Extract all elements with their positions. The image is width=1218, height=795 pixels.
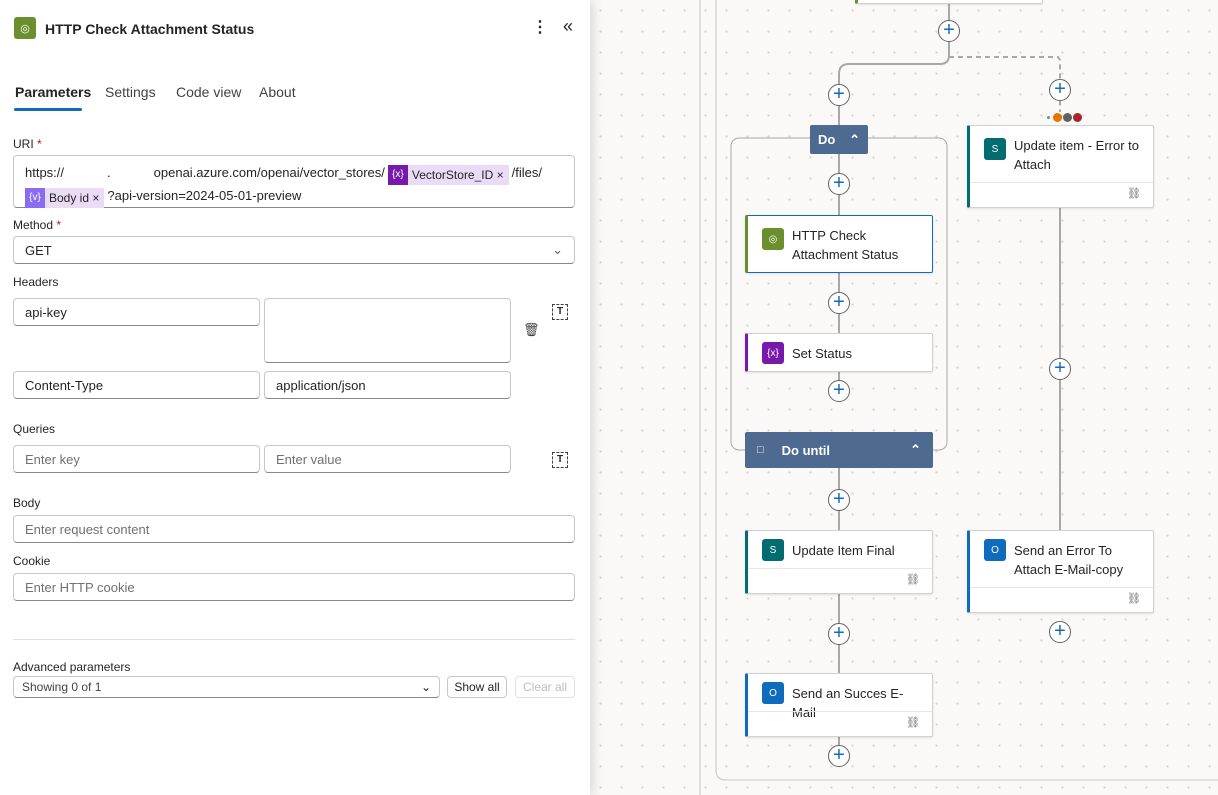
card-title: Set Status xyxy=(792,346,852,361)
show-all-button[interactable]: Show all xyxy=(447,676,507,698)
query-value-input[interactable]: Enter value xyxy=(264,445,511,473)
sharepoint-icon: S xyxy=(984,138,1006,160)
action-card-http-check[interactable]: ◎ HTTP Check Attachment Status xyxy=(745,215,933,273)
action-details-panel: ◎ HTTP Check Attachment Status ⋮ « Param… xyxy=(0,0,590,795)
uri-text: ?api-version=2024-05-01-preview xyxy=(107,188,302,203)
clear-all-button[interactable]: Clear all xyxy=(515,676,575,698)
queries-label: Queries xyxy=(13,422,56,436)
divider xyxy=(13,639,575,640)
add-action-button[interactable]: + xyxy=(1049,621,1071,643)
add-action-button[interactable]: + xyxy=(828,292,850,314)
action-card-update-item-error[interactable]: S Update item - Error to Attach ⛓ xyxy=(967,125,1154,208)
uri-label: URI * xyxy=(13,137,42,151)
cookie-label: Cookie xyxy=(13,554,51,568)
add-action-button[interactable]: + xyxy=(828,623,850,645)
chevron-down-icon: ⌄ xyxy=(420,680,431,694)
uri-input[interactable]: https://. openai.azure.com/openai/vector_… xyxy=(13,155,575,208)
outlook-icon: O xyxy=(762,682,784,704)
do-until-header[interactable]: □ Do until ⌃ xyxy=(745,432,933,468)
body-label: Body xyxy=(13,496,41,510)
uri-text: /files/ xyxy=(511,165,542,180)
headers-label: Headers xyxy=(13,275,59,289)
header-value-input[interactable] xyxy=(264,298,511,363)
globe-icon: ◎ xyxy=(762,228,784,250)
switch-to-text-mode-icon[interactable]: T xyxy=(552,304,568,320)
run-after-indicator xyxy=(1047,113,1082,122)
switch-to-text-mode-icon[interactable]: T xyxy=(552,452,568,468)
link-icon: ⛓ xyxy=(1127,593,1141,605)
more-options-icon[interactable]: ⋮ xyxy=(532,17,548,37)
uri-text: openai.azure.com/openai/vector_stores/ xyxy=(153,165,385,180)
add-action-button[interactable]: + xyxy=(828,84,850,106)
body-input[interactable]: Enter request content xyxy=(13,515,575,543)
action-card-set-status[interactable]: {x} Set Status xyxy=(745,333,933,372)
card-title: HTTP Check Attachment Status xyxy=(792,228,899,262)
add-action-button[interactable]: + xyxy=(828,173,850,195)
previous-action-card[interactable] xyxy=(855,0,1043,4)
add-action-button[interactable]: + xyxy=(938,20,960,42)
card-title: Send an Error To Attach E-Mail-copy xyxy=(1014,543,1124,577)
active-tab-indicator xyxy=(14,108,82,111)
cookie-input[interactable]: Enter HTTP cookie xyxy=(13,573,575,601)
tab-code-view[interactable]: Code view xyxy=(176,84,241,100)
method-label: Method * xyxy=(13,218,62,232)
outlook-icon: O xyxy=(984,539,1006,561)
sharepoint-icon: S xyxy=(762,539,784,561)
method-value: GET xyxy=(25,242,52,258)
add-action-button[interactable]: + xyxy=(1049,79,1071,101)
chevron-up-icon[interactable]: ⌃ xyxy=(849,132,860,148)
scope-label: Do until xyxy=(781,442,831,458)
header-value-input[interactable]: application/json xyxy=(264,371,511,399)
collapse-panel-icon[interactable]: « xyxy=(563,16,573,37)
add-action-button[interactable]: + xyxy=(828,489,850,511)
link-icon: ⛓ xyxy=(906,717,920,729)
header-key-input[interactable]: api-key xyxy=(13,298,260,326)
query-key-input[interactable]: Enter key xyxy=(13,445,260,473)
variable-icon: {v} xyxy=(25,188,45,208)
panel-title: HTTP Check Attachment Status xyxy=(45,21,255,37)
scope-label: Do xyxy=(818,132,836,147)
delete-icon[interactable]: 🗑 xyxy=(523,322,540,338)
advanced-parameters-label: Advanced parameters xyxy=(13,660,131,674)
action-card-update-item-final[interactable]: S Update Item Final ⛓ xyxy=(745,530,933,594)
action-card-send-error[interactable]: O Send an Error To Attach E-Mail-copy ⛓ xyxy=(967,530,1154,613)
method-select[interactable]: GET ⌄ xyxy=(13,236,575,264)
tab-about[interactable]: About xyxy=(259,84,296,100)
tab-parameters[interactable]: Parameters xyxy=(15,84,91,100)
card-title: Update Item Final xyxy=(792,543,895,558)
chevron-down-icon: ⌄ xyxy=(552,242,563,257)
token-body-id[interactable]: {v} Body id × xyxy=(25,188,105,208)
tab-settings[interactable]: Settings xyxy=(105,84,156,100)
do-scope-header[interactable]: Do ⌃ xyxy=(810,125,868,154)
variable-icon: {x} xyxy=(762,342,784,364)
uri-text: https:// xyxy=(25,165,65,180)
add-action-button[interactable]: + xyxy=(1049,358,1071,380)
uri-text: . xyxy=(107,165,111,180)
variable-icon: {x} xyxy=(387,165,408,185)
add-action-button[interactable]: + xyxy=(828,745,850,767)
link-icon: ⛓ xyxy=(906,574,920,586)
add-action-button[interactable]: + xyxy=(828,380,850,402)
chevron-up-icon[interactable]: ⌃ xyxy=(910,442,921,458)
action-card-send-success[interactable]: O Send an Succes E-Mail ⛓ xyxy=(745,673,933,737)
token-vectorstore-id[interactable]: {x} VectorStore_ID × xyxy=(387,165,509,185)
loop-icon: □ xyxy=(757,444,764,456)
advanced-parameters-select[interactable]: Showing 0 of 1 ⌄ xyxy=(13,676,440,698)
header-key-input[interactable]: Content-Type xyxy=(13,371,260,399)
link-icon: ⛓ xyxy=(1127,188,1141,200)
card-title: Update item - Error to Attach xyxy=(1014,138,1139,172)
globe-icon: ◎ xyxy=(14,17,36,39)
